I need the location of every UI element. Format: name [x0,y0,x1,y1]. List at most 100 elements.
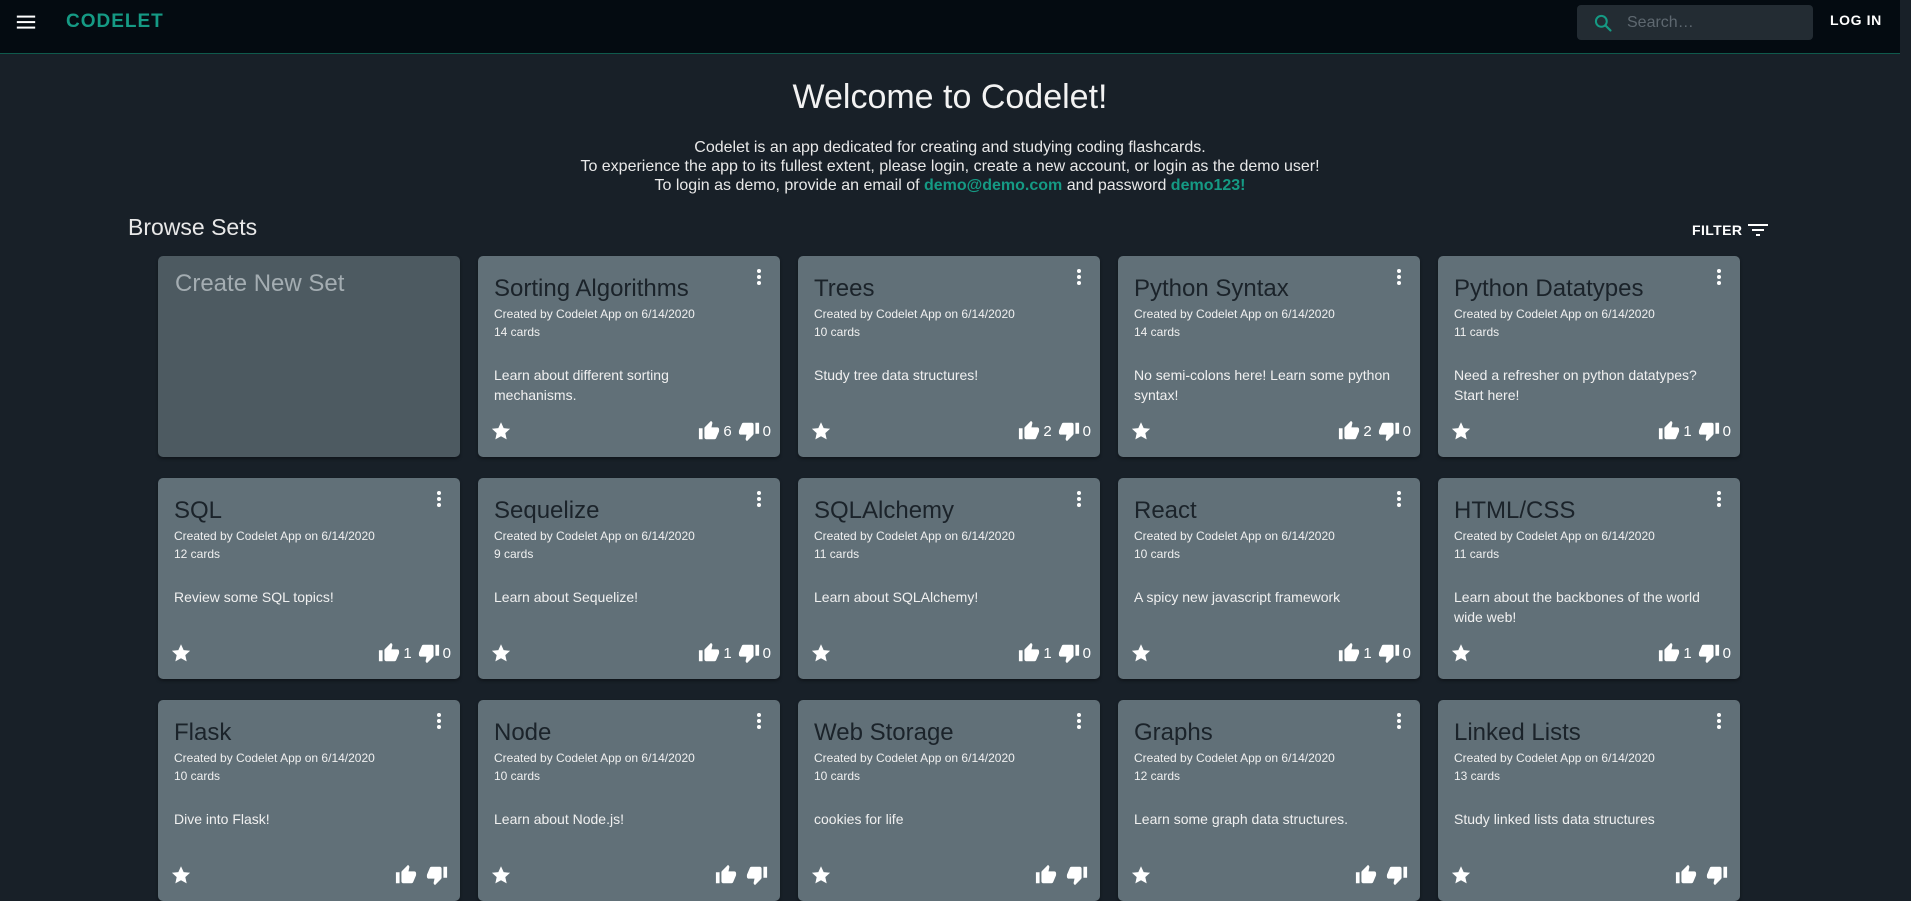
like-button[interactable]: 2 [1338,420,1372,442]
more-options-icon[interactable] [754,267,764,287]
menu-icon[interactable] [14,11,38,33]
set-meta: Created by Codelet App on 6/14/2020 10 c… [494,749,695,785]
set-card[interactable]: Python Syntax Created by Codelet App on … [1118,256,1420,457]
set-card[interactable]: Flask Created by Codelet App on 6/14/202… [158,700,460,901]
brand-logo[interactable]: CODELET [66,11,164,33]
dislike-button[interactable]: 0 [1058,420,1091,442]
dislike-button[interactable]: 0 [738,642,771,664]
dislike-button[interactable]: 0 [1378,642,1411,664]
star-icon[interactable] [810,864,832,886]
like-button[interactable] [1035,864,1060,886]
dislike-button[interactable]: 0 [1698,420,1731,442]
dislike-button[interactable] [746,864,771,886]
dislike-button[interactable]: 0 [738,420,771,442]
dislike-button[interactable] [1066,864,1091,886]
set-card[interactable]: SQL Created by Codelet App on 6/14/2020 … [158,478,460,679]
more-options-icon[interactable] [1394,267,1404,287]
set-card-count: 12 cards [174,547,221,561]
more-options-icon[interactable] [1394,711,1404,731]
set-card-count: 10 cards [494,769,541,783]
like-button[interactable]: 2 [1018,420,1052,442]
dislike-count: 0 [762,644,771,662]
thumb-up-icon [715,864,737,884]
star-icon[interactable] [1130,642,1152,664]
like-button[interactable]: 1 [1658,420,1692,442]
more-options-icon[interactable] [754,711,764,731]
dislike-button[interactable]: 0 [418,642,451,664]
more-options-icon[interactable] [1714,267,1724,287]
star-icon[interactable] [1450,642,1472,664]
star-icon[interactable] [1130,420,1152,442]
more-options-icon[interactable] [1714,711,1724,731]
star-icon[interactable] [170,642,192,664]
like-button[interactable] [1355,864,1380,886]
vote-controls [1355,864,1411,886]
like-count: 1 [1043,644,1052,662]
like-button[interactable] [395,864,420,886]
set-card[interactable]: Graphs Created by Codelet App on 6/14/20… [1118,700,1420,901]
vote-controls [395,864,451,886]
dislike-button[interactable] [1706,864,1731,886]
set-created: Created by Codelet App on 6/14/2020 [174,529,375,543]
page-scrollbar[interactable] [1900,0,1911,858]
like-button[interactable]: 1 [1018,642,1052,664]
more-options-icon[interactable] [434,489,444,509]
like-button[interactable] [1675,864,1700,886]
star-icon[interactable] [810,642,832,664]
star-icon[interactable] [1130,864,1152,886]
dislike-button[interactable]: 0 [1698,642,1731,664]
like-button[interactable]: 1 [1338,642,1372,664]
set-card[interactable]: SQLAlchemy Created by Codelet App on 6/1… [798,478,1100,679]
like-count: 2 [1363,422,1372,440]
star-icon[interactable] [490,642,512,664]
set-card[interactable]: Trees Created by Codelet App on 6/14/202… [798,256,1100,457]
set-card[interactable]: Python Datatypes Created by Codelet App … [1438,256,1740,457]
more-options-icon[interactable] [1074,489,1084,509]
like-button[interactable]: 1 [1658,642,1692,664]
login-button[interactable]: LOG IN [1830,12,1882,28]
set-card[interactable]: Sorting Algorithms Created by Codelet Ap… [478,256,780,457]
star-icon[interactable] [170,864,192,886]
set-created: Created by Codelet App on 6/14/2020 [1134,751,1335,765]
dislike-button[interactable]: 0 [1058,642,1091,664]
more-options-icon[interactable] [1074,711,1084,731]
filter-icon [1748,224,1769,236]
more-options-icon[interactable] [1714,489,1724,509]
intro-text: Codelet is an app dedicated for creating… [0,138,1900,195]
thumb-down-icon [738,644,759,664]
set-card[interactable]: Sequelize Created by Codelet App on 6/14… [478,478,780,679]
star-icon[interactable] [490,420,512,442]
star-icon[interactable] [1450,864,1472,886]
like-button[interactable]: 1 [378,642,412,664]
set-card[interactable]: React Created by Codelet App on 6/14/202… [1118,478,1420,679]
browse-sets-heading: Browse Sets [128,214,258,240]
search-input[interactable] [1625,10,1804,36]
set-title: Flask [174,719,232,746]
more-options-icon[interactable] [754,489,764,509]
dislike-button[interactable]: 0 [1378,420,1411,442]
more-options-icon[interactable] [434,711,444,731]
set-card[interactable]: Linked Lists Created by Codelet App on 6… [1438,700,1740,901]
set-card[interactable]: HTML/CSS Created by Codelet App on 6/14/… [1438,478,1740,679]
set-description: Learn some graph data structures. [1134,811,1349,827]
set-card[interactable]: Web Storage Created by Codelet App on 6/… [798,700,1100,901]
create-new-set-card[interactable]: Create New Set [158,256,460,457]
set-description: Study linked lists data structures [1454,811,1655,827]
set-created: Created by Codelet App on 6/14/2020 [1454,529,1655,543]
thumb-up-icon [699,642,720,662]
vote-controls: 1 0 [1338,642,1411,664]
star-icon[interactable] [810,420,832,442]
more-options-icon[interactable] [1394,489,1404,509]
star-icon[interactable] [490,864,512,886]
set-card[interactable]: Node Created by Codelet App on 6/14/2020… [478,700,780,901]
like-button[interactable]: 6 [698,420,732,442]
thumb-down-icon [1698,644,1719,664]
more-options-icon[interactable] [1074,267,1084,287]
like-button[interactable]: 1 [698,642,732,664]
vote-controls: 2 0 [1018,420,1091,442]
dislike-button[interactable] [1386,864,1411,886]
filter-button[interactable]: FILTER [1692,220,1769,240]
dislike-button[interactable] [426,864,451,886]
star-icon[interactable] [1450,420,1472,442]
like-button[interactable] [715,864,740,886]
